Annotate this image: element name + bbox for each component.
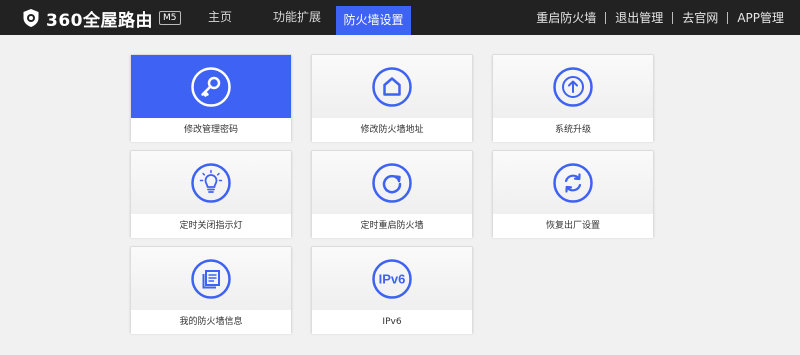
top-links: 重启防火墙 退出管理 去官网 APP管理 (536, 0, 784, 35)
tile-label: 恢复出厂设置 (493, 214, 653, 238)
restore-icon (553, 162, 593, 203)
refresh-icon (372, 162, 412, 203)
tile-factory-reset[interactable]: 恢复出厂设置 (492, 150, 654, 238)
tile-label: 修改管理密码 (131, 118, 291, 142)
tile-label: IPv6 (312, 310, 472, 334)
lightbulb-icon (191, 162, 231, 203)
upgrade-arrow-icon (553, 66, 593, 107)
link-divider (727, 11, 729, 24)
ipv6-icon-text: IPv6 (379, 271, 406, 286)
model-badge: M5 (159, 11, 181, 25)
link-divider (605, 11, 607, 24)
tile-label: 修改防火墙地址 (312, 118, 472, 142)
tile-label: 系统升级 (493, 118, 653, 142)
restart-firewall-link[interactable]: 重启防火墙 (536, 9, 596, 26)
nav-extensions[interactable]: 功能扩展 (266, 0, 328, 35)
key-icon (191, 66, 231, 107)
tile-ipv6[interactable]: IPv6 IPv6 (311, 246, 473, 334)
tile-label: 定时关闭指示灯 (131, 214, 291, 238)
tile-change-address[interactable]: 修改防火墙地址 (311, 54, 473, 142)
official-site-link[interactable]: 去官网 (682, 9, 718, 26)
tile-system-upgrade[interactable]: 系统升级 (492, 54, 654, 142)
tile-label: 我的防火墙信息 (131, 310, 291, 334)
nav-home[interactable]: 主页 (196, 0, 244, 35)
tile-timed-restart[interactable]: 定时重启防火墙 (311, 150, 473, 238)
ipv6-icon: IPv6 (372, 258, 412, 299)
brand-logo[interactable]: 360全屋路由 M5 (22, 6, 181, 31)
brand-name: 360全屋路由 (46, 10, 153, 31)
logout-link[interactable]: 退出管理 (615, 9, 663, 26)
app-management-link[interactable]: APP管理 (737, 9, 784, 26)
shield-logo-icon (23, 9, 39, 27)
top-bar: 360全屋路由 M5 主页 功能扩展 防火墙设置 重启防火墙 退出管理 去官网 … (0, 0, 800, 35)
tile-label: 定时重启防火墙 (312, 214, 472, 238)
home-icon (372, 66, 412, 107)
nav-firewall-settings[interactable]: 防火墙设置 (336, 6, 411, 35)
tile-change-password[interactable]: 修改管理密码 (130, 54, 292, 142)
tile-firewall-info[interactable]: 我的防火墙信息 (130, 246, 292, 334)
link-divider (672, 11, 674, 24)
document-icon (191, 258, 231, 299)
tile-timed-led-off[interactable]: 定时关闭指示灯 (130, 150, 292, 238)
